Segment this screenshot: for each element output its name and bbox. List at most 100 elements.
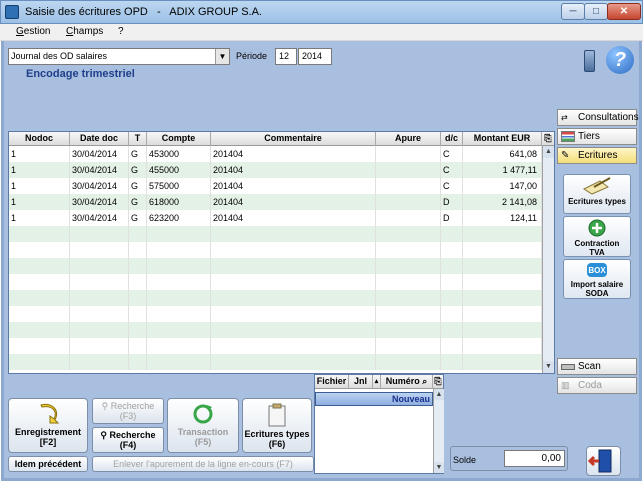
- col-type[interactable]: T: [129, 132, 147, 146]
- enlever-apurement-button[interactable]: Enlever l'apurement de la ligne en-cours…: [92, 456, 314, 472]
- cell-nodoc[interactable]: 1: [9, 210, 70, 226]
- cell-type[interactable]: [129, 226, 147, 242]
- cell-dc[interactable]: [441, 274, 463, 290]
- cell-commentaire[interactable]: [211, 242, 376, 258]
- cell-compte[interactable]: [147, 338, 211, 354]
- empty-row[interactable]: [9, 226, 542, 242]
- cell-date-doc[interactable]: [70, 258, 129, 274]
- cell-type[interactable]: [129, 338, 147, 354]
- col-date-doc[interactable]: Date doc: [70, 132, 129, 146]
- documents-grid[interactable]: Fichier Jnl ▴ Numéro ⌕ ⎘ Nouveau ▲ ▼: [314, 374, 444, 474]
- col-jnl[interactable]: Jnl: [349, 375, 373, 389]
- table-row[interactable]: 1 30/04/2014 G 618000 201404 D 2 141,08: [9, 194, 542, 210]
- ecritures-types-button[interactable]: Ecritures types (F6): [242, 398, 312, 453]
- cell-nodoc[interactable]: [9, 354, 70, 370]
- cell-commentaire[interactable]: 201404: [211, 178, 376, 194]
- periode-year-input[interactable]: 2014: [298, 48, 332, 65]
- cell-type[interactable]: [129, 290, 147, 306]
- cell-nodoc[interactable]: 1: [9, 178, 70, 194]
- documents-row[interactable]: Nouveau: [315, 392, 433, 406]
- tab-ecritures[interactable]: ✎ Ecritures: [557, 147, 637, 164]
- empty-row[interactable]: [9, 338, 542, 354]
- cell-type[interactable]: G: [129, 178, 147, 194]
- empty-row[interactable]: [9, 290, 542, 306]
- cell-type[interactable]: G: [129, 210, 147, 226]
- cell-apure[interactable]: [376, 290, 441, 306]
- cell-compte[interactable]: [147, 306, 211, 322]
- cell-compte[interactable]: 453000: [147, 146, 211, 162]
- cell-montant[interactable]: 1 477,11: [463, 162, 542, 178]
- cell-type[interactable]: G: [129, 194, 147, 210]
- cell-apure[interactable]: [376, 210, 441, 226]
- cell-date-doc[interactable]: [70, 242, 129, 258]
- cell-commentaire[interactable]: 201404: [211, 194, 376, 210]
- cell-montant[interactable]: 147,00: [463, 178, 542, 194]
- cell-dc[interactable]: [441, 306, 463, 322]
- tab-consultations[interactable]: ⇄ Consultations: [557, 109, 639, 126]
- documents-copy-icon[interactable]: ⎘: [433, 375, 443, 389]
- table-row[interactable]: 1 30/04/2014 G 455000 201404 C 1 477,11: [9, 162, 542, 178]
- col-apure[interactable]: Apure: [376, 132, 441, 146]
- cell-montant[interactable]: 641,08: [463, 146, 542, 162]
- cell-montant[interactable]: [463, 258, 542, 274]
- empty-row[interactable]: [9, 354, 542, 370]
- search-icon[interactable]: ⌕: [422, 376, 427, 386]
- cell-compte[interactable]: 623200: [147, 210, 211, 226]
- scroll-down-icon[interactable]: ▼: [434, 462, 444, 473]
- scroll-up-icon[interactable]: ▲: [543, 146, 554, 158]
- phone-icon[interactable]: [584, 50, 595, 72]
- cell-nodoc[interactable]: [9, 242, 70, 258]
- cell-dc[interactable]: [441, 322, 463, 338]
- cell-montant[interactable]: 124,11: [463, 210, 542, 226]
- cell-commentaire[interactable]: 201404: [211, 146, 376, 162]
- cell-dc[interactable]: C: [441, 178, 463, 194]
- exit-button[interactable]: [586, 446, 621, 476]
- cell-commentaire[interactable]: [211, 306, 376, 322]
- col-commentaire[interactable]: Commentaire: [211, 132, 376, 146]
- cell-apure[interactable]: [376, 274, 441, 290]
- tab-tiers[interactable]: Tiers: [557, 128, 637, 145]
- ecritures-types-side-button[interactable]: Ecritures types: [563, 174, 631, 214]
- cell-dc[interactable]: [441, 338, 463, 354]
- col-numero[interactable]: Numéro ⌕: [381, 375, 433, 389]
- cell-type[interactable]: [129, 306, 147, 322]
- cell-compte[interactable]: 455000: [147, 162, 211, 178]
- documents-scrollbar[interactable]: ▲ ▼: [433, 389, 444, 473]
- cell-compte[interactable]: 618000: [147, 194, 211, 210]
- menu-champs[interactable]: Champs: [66, 26, 103, 37]
- menu-gestion[interactable]: Gestion: [16, 26, 50, 37]
- cell-apure[interactable]: [376, 306, 441, 322]
- transaction-button[interactable]: Transaction (F5): [167, 398, 239, 453]
- cell-commentaire[interactable]: 201404: [211, 162, 376, 178]
- cell-compte[interactable]: [147, 290, 211, 306]
- cell-compte[interactable]: [147, 226, 211, 242]
- cell-date-doc[interactable]: [70, 306, 129, 322]
- cell-compte[interactable]: [147, 242, 211, 258]
- cell-nodoc[interactable]: [9, 322, 70, 338]
- cell-apure[interactable]: [376, 194, 441, 210]
- journal-select[interactable]: Journal des OD salaires ▼: [8, 48, 230, 65]
- cell-dc[interactable]: C: [441, 162, 463, 178]
- cell-apure[interactable]: [376, 258, 441, 274]
- cell-apure[interactable]: [376, 354, 441, 370]
- entries-grid[interactable]: Nodoc Date doc T Compte Commentaire Apur…: [8, 131, 555, 374]
- cell-nodoc[interactable]: [9, 274, 70, 290]
- cell-apure[interactable]: [376, 338, 441, 354]
- cell-apure[interactable]: [376, 242, 441, 258]
- cell-date-doc[interactable]: [70, 322, 129, 338]
- cell-date-doc[interactable]: [70, 338, 129, 354]
- grid-scrollbar[interactable]: ▲ ▼: [542, 146, 554, 373]
- minimize-button[interactable]: ─: [561, 3, 585, 20]
- cell-compte[interactable]: [147, 354, 211, 370]
- cell-dc[interactable]: [441, 226, 463, 242]
- empty-row[interactable]: [9, 306, 542, 322]
- cell-nodoc[interactable]: 1: [9, 162, 70, 178]
- cell-date-doc[interactable]: [70, 354, 129, 370]
- cell-dc[interactable]: [441, 290, 463, 306]
- sort-icon[interactable]: ▴: [373, 375, 381, 389]
- cell-commentaire[interactable]: [211, 354, 376, 370]
- table-row[interactable]: 1 30/04/2014 G 575000 201404 C 147,00: [9, 178, 542, 194]
- cell-type[interactable]: [129, 242, 147, 258]
- cell-montant[interactable]: [463, 290, 542, 306]
- col-dc[interactable]: d/c: [441, 132, 463, 146]
